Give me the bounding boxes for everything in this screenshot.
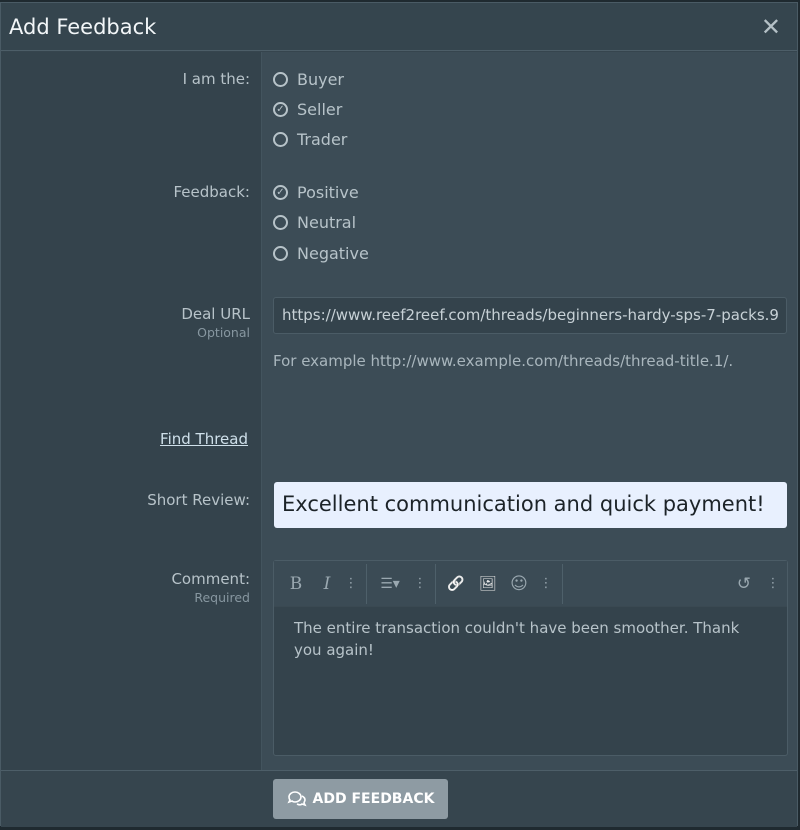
add-feedback-label: ADD FEEDBACK (312, 791, 435, 807)
comment-label-text: Comment: (171, 570, 250, 588)
radio-icon (273, 132, 288, 147)
dialog-footer: ADD FEEDBACK (1, 770, 797, 827)
deal-url-example: For example http://www.example.com/threa… (273, 352, 734, 370)
radio-checked-icon: ✓ (273, 185, 288, 200)
radio-seller[interactable]: ✓ Seller (273, 100, 342, 119)
more-options-icon[interactable]: ⋮ (409, 576, 431, 591)
radio-positive[interactable]: ✓ Positive (273, 183, 359, 202)
role-label: I am the: (182, 70, 250, 88)
radio-label: Neutral (297, 213, 357, 232)
close-icon[interactable]: ✕ (761, 13, 781, 41)
bold-icon[interactable]: B (278, 574, 314, 594)
radio-trader[interactable]: Trader (273, 130, 347, 149)
comment-textarea[interactable]: The entire transaction couldn't have bee… (274, 607, 787, 671)
deal-url-label: Deal URL Optional (181, 305, 250, 340)
radio-neutral[interactable]: Neutral (273, 213, 356, 232)
radio-icon (273, 215, 288, 230)
deal-url-input[interactable]: https://www.reef2reef.com/threads/beginn… (273, 297, 787, 334)
radio-label: Negative (297, 244, 369, 263)
deal-url-label-text: Deal URL (181, 305, 250, 323)
dialog-header: Add Feedback ✕ (1, 3, 797, 51)
radio-label: Trader (297, 130, 348, 149)
comment-editor: B I ⋮ ☰▾ ⋮ 🔗 🖼 ☺ ⋮ ↺ ⋮ The entire transa… (273, 560, 788, 756)
editor-toolbar: B I ⋮ ☰▾ ⋮ 🔗 🖼 ☺ ⋮ ↺ ⋮ (274, 561, 787, 607)
divider (562, 563, 563, 604)
comment-label: Comment: Required (171, 570, 250, 605)
more-options-icon[interactable]: ⋮ (340, 576, 362, 591)
list-icon[interactable]: ☰▾ (371, 576, 409, 592)
more-options-icon[interactable]: ⋮ (759, 576, 787, 591)
required-hint: Required (194, 590, 250, 605)
add-feedback-button[interactable]: ADD FEEDBACK (273, 779, 448, 819)
short-review-label: Short Review: (147, 491, 250, 509)
more-options-icon[interactable]: ⋮ (534, 576, 558, 591)
feedback-label: Feedback: (173, 183, 251, 201)
emoji-icon[interactable]: ☺ (504, 574, 534, 594)
radio-negative[interactable]: Negative (273, 244, 369, 263)
undo-icon[interactable]: ↺ (729, 574, 759, 594)
divider (435, 563, 436, 604)
radio-icon (273, 246, 288, 261)
link-icon[interactable]: 🔗 (440, 576, 472, 592)
radio-label: Seller (297, 100, 343, 119)
short-review-input[interactable]: Excellent communication and quick paymen… (274, 482, 787, 528)
label-column (1, 52, 262, 770)
find-thread-link[interactable]: Find Thread (160, 430, 248, 448)
add-feedback-dialog: Add Feedback ✕ I am the: Buyer ✓ Seller T… (0, 2, 798, 827)
radio-label: Buyer (297, 70, 345, 89)
radio-buyer[interactable]: Buyer (273, 70, 344, 89)
radio-label: Positive (297, 183, 359, 202)
dialog-title: Add Feedback (9, 14, 157, 39)
optional-hint: Optional (197, 325, 250, 340)
image-icon[interactable]: 🖼 (472, 576, 504, 592)
divider (366, 563, 367, 604)
radio-checked-icon: ✓ (273, 102, 288, 117)
italic-icon[interactable]: I (314, 574, 340, 594)
comments-icon (286, 791, 307, 807)
radio-icon (273, 72, 288, 87)
